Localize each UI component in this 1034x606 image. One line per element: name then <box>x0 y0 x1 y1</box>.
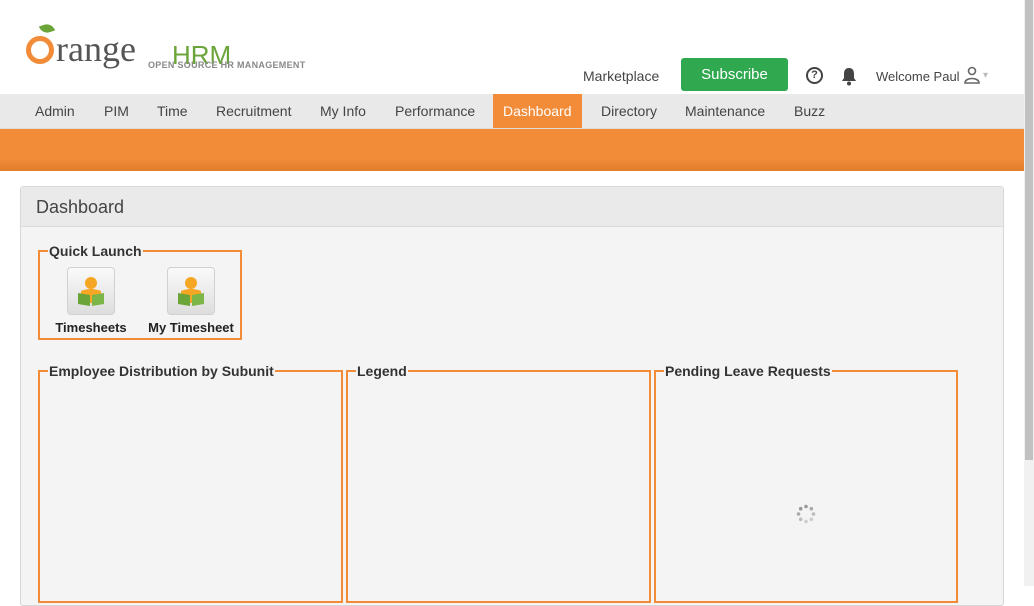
quick-launch-timesheets[interactable]: Timesheets <box>41 267 141 335</box>
menu-item-time[interactable]: Time <box>147 94 198 128</box>
menu-item-admin[interactable]: Admin <box>25 94 85 128</box>
dashboard-panel-header: Dashboard <box>21 187 1003 227</box>
widget-title: Employee Distribution by Subunit <box>49 363 274 379</box>
employee-distribution-widget: Employee Distribution by Subunit <box>38 363 343 603</box>
user-icon[interactable] <box>963 66 981 84</box>
page-scrollbar[interactable] <box>1024 0 1034 586</box>
timesheet-icon <box>167 267 215 315</box>
loading-spinner-icon <box>796 504 816 524</box>
main-menu: Admin PIM Time Recruitment My Info Perfo… <box>0 94 1024 129</box>
leaf-icon <box>38 21 56 36</box>
menu-item-my-info[interactable]: My Info <box>310 94 376 128</box>
subscribe-button[interactable]: Subscribe <box>681 58 788 91</box>
logo-tagline: OPEN SOURCE HR MANAGEMENT <box>148 60 306 70</box>
scrollbar-thumb[interactable] <box>1025 0 1033 460</box>
menu-item-recruitment[interactable]: Recruitment <box>206 94 301 128</box>
menu-item-pim[interactable]: PIM <box>94 94 139 128</box>
menu-item-maintenance[interactable]: Maintenance <box>675 94 775 128</box>
welcome-user-link[interactable]: Welcome Paul <box>876 69 960 84</box>
header: range HRM OPEN SOURCE HR MANAGEMENT Mark… <box>0 0 1024 94</box>
page-title: Dashboard <box>36 197 125 217</box>
quick-launch-title: Quick Launch <box>49 243 142 259</box>
submenu-bar <box>0 129 1024 171</box>
bell-icon[interactable] <box>840 66 858 86</box>
quick-launch-label: Timesheets <box>55 320 127 335</box>
orange-o-icon <box>26 36 54 64</box>
timesheet-icon <box>67 267 115 315</box>
quick-launch-label: My Timesheet <box>148 320 234 335</box>
widget-title: Pending Leave Requests <box>665 363 831 379</box>
chevron-down-icon[interactable]: ▾ <box>983 71 988 81</box>
menu-item-buzz[interactable]: Buzz <box>784 94 835 128</box>
legend-widget: Legend <box>346 363 651 603</box>
marketplace-link[interactable]: Marketplace <box>583 68 659 84</box>
orangehrm-logo[interactable]: range HRM OPEN SOURCE HR MANAGEMENT <box>24 14 324 74</box>
menu-item-directory[interactable]: Directory <box>591 94 667 128</box>
menu-item-performance[interactable]: Performance <box>385 94 485 128</box>
widget-title: Legend <box>357 363 407 379</box>
menu-item-dashboard[interactable]: Dashboard <box>493 94 582 128</box>
pending-leave-requests-widget: Pending Leave Requests <box>654 363 958 603</box>
quick-launch-my-timesheet[interactable]: My Timesheet <box>141 267 241 335</box>
quick-launch-box: Quick Launch Timesheets My Timesheet <box>38 243 242 340</box>
help-icon[interactable]: ? <box>806 67 823 84</box>
logo-text: range <box>56 29 136 69</box>
